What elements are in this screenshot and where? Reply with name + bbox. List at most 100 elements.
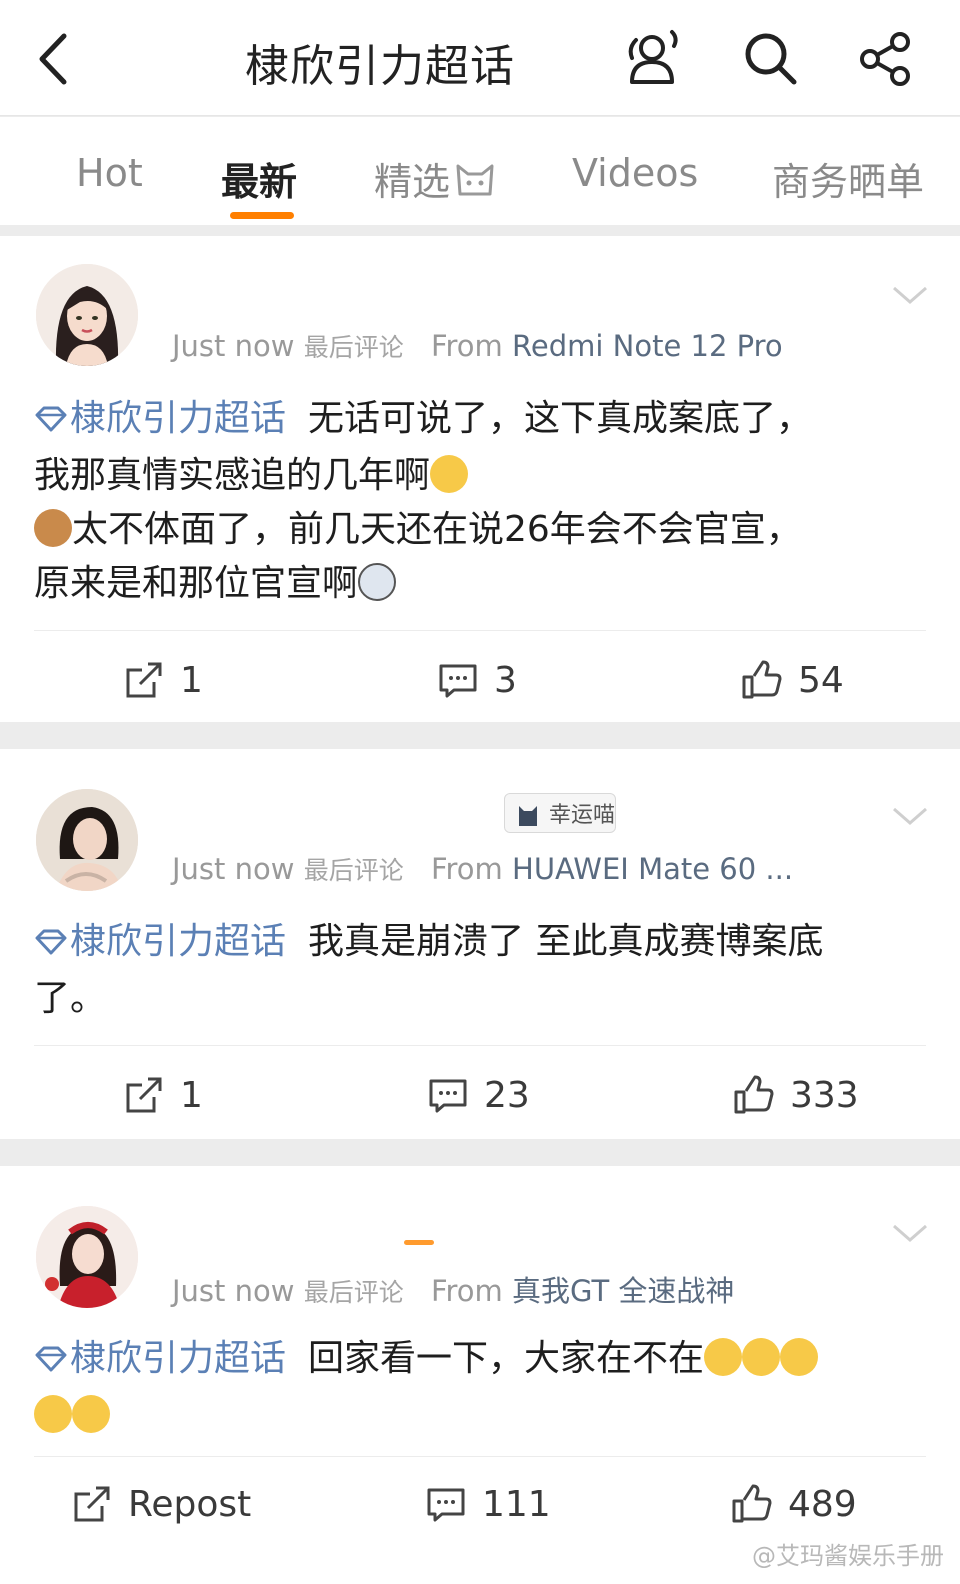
repost-label: Repost <box>128 1483 252 1525</box>
like-button[interactable]: 333 <box>732 1065 859 1125</box>
name-placeholder-mark <box>404 1240 434 1245</box>
repost-icon <box>126 1077 162 1113</box>
diamond-icon <box>34 1335 68 1389</box>
diamond-icon <box>34 395 68 449</box>
crying-emoji-icon <box>742 1338 781 1376</box>
post-content: 棣欣引力超话 无话可说了，这下真成案底了， 我那真情实感追的几年啊 太不体面了，前… <box>34 392 924 611</box>
tab-hot[interactable]: Hot <box>76 151 143 195</box>
from-label: From <box>430 1274 503 1308</box>
badge-label: 幸运喵 <box>549 803 616 828</box>
top-bar: 棣欣引力超话 <box>0 0 960 116</box>
tab-business[interactable]: 商务晒单 <box>772 151 924 206</box>
post-meta: Just now 最后评论 From Redmi Note 12 Pro <box>172 328 783 364</box>
post-meta: Just now 最后评论 From 真我GT 全速战神 <box>172 1268 734 1310</box>
repost-icon <box>126 662 162 698</box>
post-text-line: 我那真情实感追的几年啊 <box>34 455 431 496</box>
post-device: 真我GT 全速战神 <box>512 1274 735 1308</box>
post-text-line: 太不体面了，前几天还在说26年会不会官宣， <box>72 509 802 550</box>
avatar[interactable] <box>36 1206 138 1308</box>
cat-face-icon <box>454 160 496 209</box>
topic-label: 棣欣引力超话 <box>70 398 287 439</box>
avatar-photo-icon <box>36 1206 138 1308</box>
comment-count: 3 <box>494 659 517 701</box>
share-button[interactable] <box>856 28 918 90</box>
comment-icon <box>439 664 477 698</box>
thumbs-up-icon <box>734 1075 774 1114</box>
avatar[interactable] <box>36 789 138 891</box>
crying-emoji-icon <box>780 1338 819 1376</box>
active-tab-indicator <box>230 212 294 219</box>
comment-button[interactable]: 111 <box>426 1474 551 1534</box>
like-button[interactable]: 54 <box>740 650 844 710</box>
last-comment-hint: 最后评论 <box>303 856 404 885</box>
divider <box>34 630 926 631</box>
comment-icon <box>429 1079 467 1113</box>
post-card[interactable]: 幸运喵 Just now 最后评论 From HUAWEI Mate 60 ..… <box>0 749 960 1139</box>
from-label: From <box>430 329 503 363</box>
chevron-down-icon <box>893 1224 927 1242</box>
repost-button[interactable]: 1 <box>124 1065 203 1125</box>
repost-count: 1 <box>180 659 203 701</box>
post-content: 棣欣引力超话 我真是崩溃了 至此真成赛博案底 了。 <box>34 915 924 1026</box>
topic-label: 棣欣引力超话 <box>70 1338 287 1379</box>
lucky-cat-badge[interactable]: 幸运喵 <box>504 793 616 833</box>
avatar-photo-icon <box>36 789 138 891</box>
post-text-line: 回家看一下，大家在不在 <box>308 1338 705 1379</box>
crying-emoji-icon <box>34 1395 72 1433</box>
dog-emoji-icon <box>358 563 397 601</box>
comment-count: 111 <box>482 1483 551 1525</box>
like-count: 489 <box>788 1483 857 1525</box>
topic-link[interactable]: 棣欣引力超话 <box>34 398 286 439</box>
comment-button[interactable]: 23 <box>428 1065 530 1125</box>
post-menu-button[interactable] <box>890 801 930 831</box>
divider <box>34 1045 926 1046</box>
post-time: Just now <box>172 852 295 886</box>
comment-button[interactable]: 3 <box>438 650 517 710</box>
avatar-illustration-icon <box>36 264 138 366</box>
repost-icon <box>74 1486 110 1522</box>
post-menu-button[interactable] <box>890 1218 930 1248</box>
post-meta: Just now 最后评论 From HUAWEI Mate 60 ... <box>172 851 793 887</box>
smug-emoji-icon <box>430 455 469 493</box>
post-card[interactable]: Just now 最后评论 From 真我GT 全速战神 棣欣引力超话 回家看一下… <box>0 1166 960 1584</box>
search-button[interactable] <box>740 28 802 90</box>
last-comment-hint: 最后评论 <box>303 333 404 362</box>
crying-emoji-icon <box>72 1395 110 1433</box>
repost-count: 1 <box>180 1074 203 1116</box>
like-button[interactable]: 489 <box>730 1474 857 1534</box>
post-card[interactable]: Just now 最后评论 From Redmi Note 12 Pro 棣欣引… <box>0 236 960 722</box>
comment-icon <box>427 1488 465 1522</box>
post-menu-button[interactable] <box>890 280 930 310</box>
post-device: HUAWEI Mate 60 ... <box>512 852 794 886</box>
tab-featured-label: 精选 <box>374 160 451 204</box>
tab-latest[interactable]: 最新 <box>221 151 297 206</box>
post-actions: 1 3 54 <box>0 650 960 710</box>
post-text-line: 无话可说了，这下真成案底了， <box>308 398 813 439</box>
repost-button[interactable]: Repost <box>72 1474 251 1534</box>
share-icon <box>860 32 910 86</box>
watermark: @艾玛酱娱乐手册 <box>752 1542 944 1570</box>
repost-button[interactable]: 1 <box>124 650 203 710</box>
last-comment-hint: 最后评论 <box>303 1278 404 1307</box>
divider <box>34 1456 926 1457</box>
post-content: 棣欣引力超话 回家看一下，大家在不在 <box>34 1332 924 1443</box>
monkey-emoji-icon <box>34 509 72 547</box>
topic-label: 棣欣引力超话 <box>70 921 287 962</box>
topic-link[interactable]: 棣欣引力超话 <box>34 1338 286 1379</box>
chevron-down-icon <box>893 807 927 825</box>
tab-videos[interactable]: Videos <box>572 151 698 195</box>
from-label: From <box>430 852 503 886</box>
post-time: Just now <box>172 329 295 363</box>
members-icon <box>628 30 678 84</box>
tab-bar: Hot 最新 精选 Videos 商务晒单 <box>0 117 960 225</box>
members-button[interactable] <box>622 28 684 90</box>
thumbs-up-icon <box>742 660 782 699</box>
avatar[interactable] <box>36 264 138 366</box>
chevron-down-icon <box>893 286 927 304</box>
comment-count: 23 <box>484 1074 530 1116</box>
tab-featured[interactable]: 精选 <box>374 151 496 209</box>
topic-link[interactable]: 棣欣引力超话 <box>34 921 286 962</box>
post-device: Redmi Note 12 Pro <box>512 329 783 363</box>
cat-icon <box>519 806 537 826</box>
search-icon <box>745 33 797 85</box>
